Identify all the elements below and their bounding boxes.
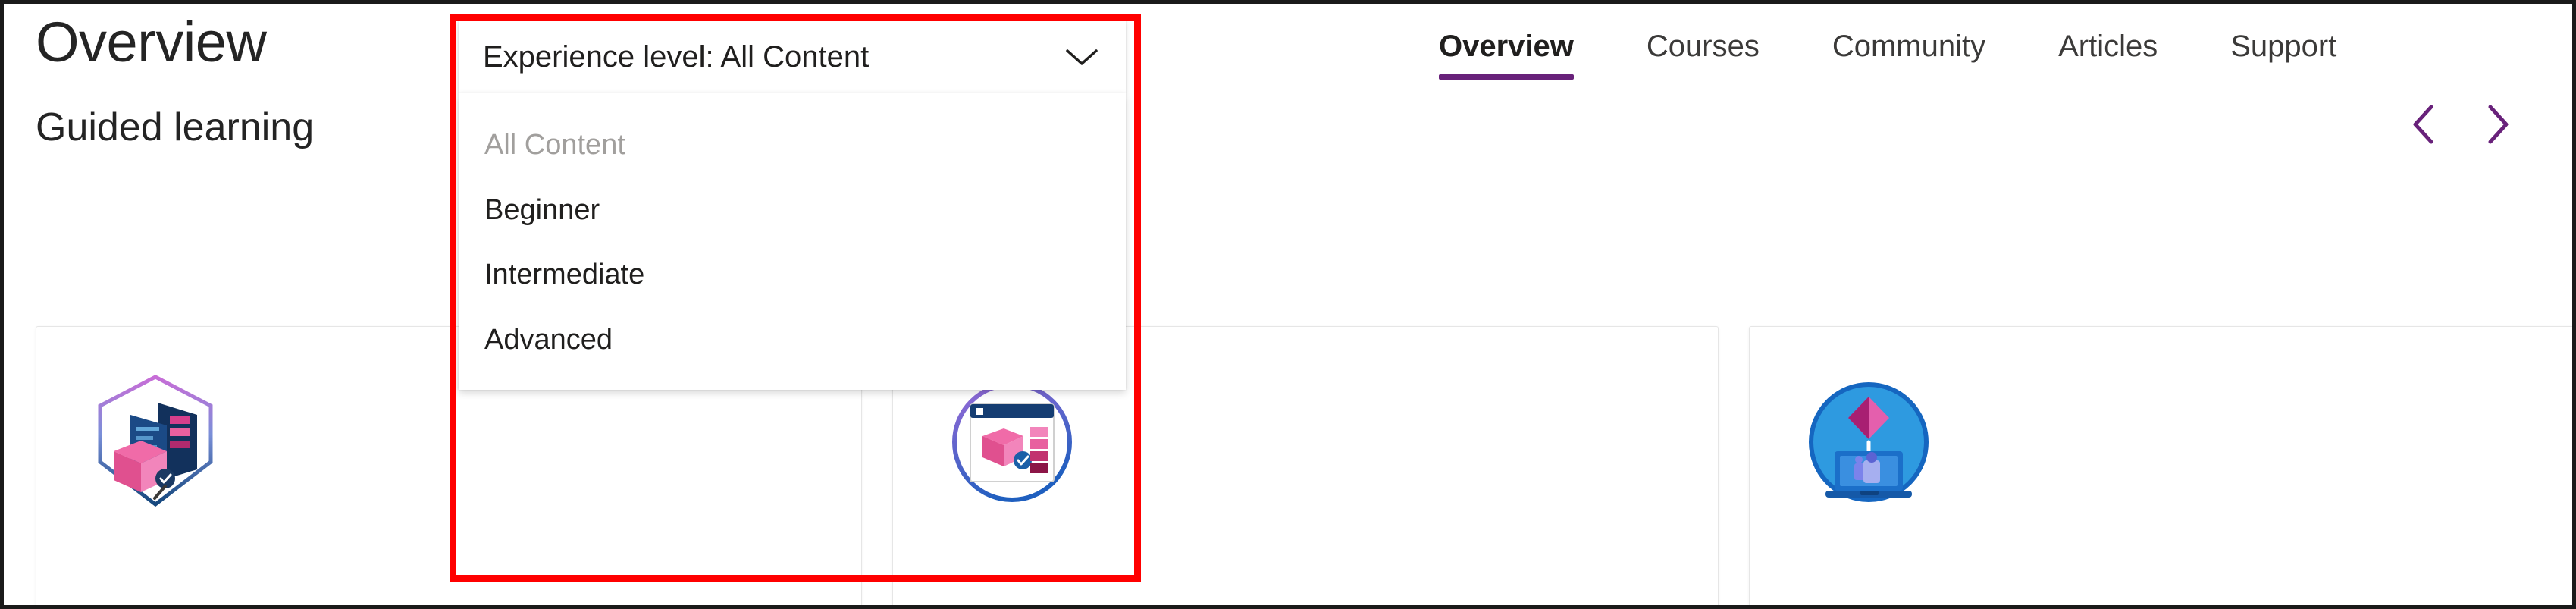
guided-learning-card-list xyxy=(36,326,2572,605)
chevron-left-icon xyxy=(2405,101,2444,148)
dropdown-option-advanced[interactable]: Advanced xyxy=(459,308,1126,373)
circle-badge-report-window-icon xyxy=(948,372,1076,509)
tab-support[interactable]: Support xyxy=(2194,19,2373,80)
dropdown-option-beginner[interactable]: Beginner xyxy=(459,178,1126,243)
section-heading-guided-learning: Guided learning xyxy=(36,105,315,149)
dropdown-option-label: Intermediate xyxy=(484,259,645,291)
screenshot-root: Overview Overview Courses Community Arti… xyxy=(0,0,2576,609)
experience-level-dropdown: Experience level: All Content All Conten… xyxy=(459,20,1126,390)
page-content: Overview Overview Courses Community Arti… xyxy=(4,4,2572,605)
circle-badge-powerbi-teams-laptop-icon xyxy=(1804,372,1933,509)
carousel-next-button[interactable] xyxy=(2474,101,2521,148)
dropdown-option-label: All Content xyxy=(484,129,625,161)
dropdown-option-all-content[interactable]: All Content xyxy=(459,113,1126,178)
page-title: Overview xyxy=(36,11,267,74)
primary-nav: Overview Courses Community Articles Supp… xyxy=(1402,19,2373,80)
chevron-down-icon xyxy=(1064,46,1100,68)
dropdown-option-label: Advanced xyxy=(484,324,613,356)
experience-level-dropdown-trigger[interactable]: Experience level: All Content xyxy=(459,20,1126,93)
dropdown-option-label: Beginner xyxy=(484,193,600,226)
tab-community-label: Community xyxy=(1832,30,1986,63)
tab-courses[interactable]: Courses xyxy=(1610,19,1796,80)
carousel-prev-button[interactable] xyxy=(2401,101,2448,148)
experience-level-dropdown-panel: All Content Beginner Intermediate Advanc… xyxy=(459,93,1126,390)
hexagon-badge-data-model-icon xyxy=(91,372,220,509)
tab-overview-label: Overview xyxy=(1439,30,1574,63)
dropdown-option-intermediate[interactable]: Intermediate xyxy=(459,243,1126,308)
learning-card[interactable] xyxy=(1749,326,2572,605)
tab-articles-label: Articles xyxy=(2058,30,2158,63)
experience-level-selected-value: Experience level: All Content xyxy=(483,40,870,74)
tab-support-label: Support xyxy=(2230,30,2337,63)
carousel-controls xyxy=(2401,101,2521,148)
tab-articles[interactable]: Articles xyxy=(2022,19,2194,80)
tab-community[interactable]: Community xyxy=(1796,19,2022,80)
tab-courses-label: Courses xyxy=(1646,30,1760,63)
tab-overview[interactable]: Overview xyxy=(1402,19,1610,80)
chevron-right-icon xyxy=(2477,101,2517,148)
